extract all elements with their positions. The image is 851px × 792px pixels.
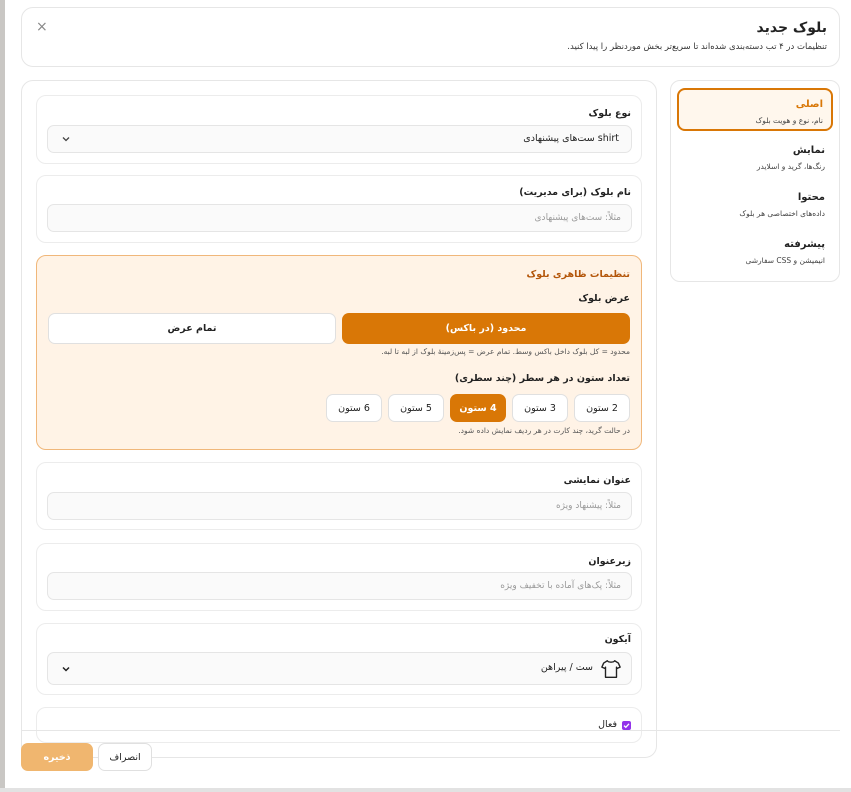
shirt-icon bbox=[601, 660, 621, 678]
tab-display-desc: رنگ‌ها، گرید و اسلایدر bbox=[756, 162, 825, 171]
subtitle-card: زیرعنوان مثلاً: پک‌های آماده با تخفیف وی… bbox=[36, 543, 642, 611]
chevron-down-icon bbox=[62, 137, 70, 142]
active-checkbox[interactable] bbox=[622, 721, 631, 730]
icon-label: آیکون bbox=[604, 634, 631, 645]
tab-advanced-label: پیشرفته bbox=[784, 239, 825, 250]
chevron-down-icon bbox=[62, 666, 70, 672]
block-width-label: عرض بلوک bbox=[578, 293, 630, 304]
display-title-label: عنوان نمایشی bbox=[563, 475, 631, 486]
left-window-edge bbox=[0, 0, 5, 792]
columns-label: تعداد ستون در هر سطر (چند سطری) bbox=[454, 373, 630, 384]
width-boxed-button[interactable]: محدود (در باکس) bbox=[342, 313, 630, 344]
display-title-input[interactable]: مثلاً: پیشنهاد ویژه bbox=[47, 492, 632, 520]
bottom-window-edge bbox=[0, 788, 851, 792]
active-label: فعال bbox=[598, 719, 617, 730]
subtitle-placeholder: مثلاً: پک‌های آماده با تخفیف ویژه bbox=[500, 581, 621, 591]
column-6-button[interactable]: 6 ستون bbox=[326, 394, 382, 422]
cancel-button[interactable]: انصراف bbox=[98, 743, 152, 771]
block-name-input[interactable]: مثلاً: ست‌های پیشنهادی bbox=[47, 204, 632, 232]
icon-value: ست / پیراهن bbox=[540, 662, 593, 673]
tab-advanced[interactable]: پیشرفته انیمیشن و CSS سفارشی bbox=[677, 230, 833, 273]
display-title-card: عنوان نمایشی مثلاً: پیشنهاد ویژه bbox=[36, 462, 642, 530]
tab-main-desc: نام، نوع و هویت بلوک bbox=[755, 116, 823, 125]
tab-main-label: اصلی bbox=[795, 99, 823, 110]
modal-title: بلوک جدید bbox=[756, 20, 827, 36]
close-icon[interactable]: × bbox=[36, 20, 48, 34]
tab-content-label: محتوا bbox=[797, 192, 825, 203]
check-icon bbox=[623, 723, 630, 729]
block-type-select[interactable]: shirt ست‌های پیشنهادی bbox=[47, 125, 632, 153]
appearance-title: تنظیمات ظاهری بلوک bbox=[526, 269, 630, 280]
modal-header: بلوک جدید تنظیمات در ۴ تب دسته‌بندی شده‌… bbox=[21, 7, 840, 67]
tab-main[interactable]: اصلی نام، نوع و هویت بلوک bbox=[677, 88, 833, 131]
block-name-placeholder: مثلاً: ست‌های پیشنهادی bbox=[534, 213, 621, 223]
display-title-placeholder: مثلاً: پیشنهاد ویژه bbox=[555, 501, 621, 511]
tab-content-desc: داده‌های اختصاصی هر بلوک bbox=[739, 209, 825, 218]
block-type-label: نوع بلوک bbox=[588, 108, 631, 119]
save-button[interactable]: ذخیره bbox=[21, 743, 93, 771]
appearance-settings-card: تنظیمات ظاهری بلوک عرض بلوک محدود (در با… bbox=[36, 255, 642, 450]
block-name-label: نام بلوک (برای مدیریت) bbox=[519, 187, 631, 198]
column-5-button[interactable]: 5 ستون bbox=[388, 394, 444, 422]
icon-select[interactable]: ست / پیراهن bbox=[47, 652, 632, 685]
column-3-button[interactable]: 3 ستون bbox=[512, 394, 568, 422]
width-full-button[interactable]: تمام عرض bbox=[48, 313, 336, 344]
block-type-card: نوع بلوک shirt ست‌های پیشنهادی bbox=[36, 95, 642, 164]
tab-display-label: نمایش bbox=[792, 145, 825, 156]
columns-hint: در حالت گرید، چند کارت در هر ردیف نمایش … bbox=[458, 426, 630, 435]
subtitle-label: زیرعنوان bbox=[588, 556, 631, 567]
tab-advanced-desc: انیمیشن و CSS سفارشی bbox=[745, 256, 826, 265]
icon-card: آیکون ست / پیراهن bbox=[36, 623, 642, 695]
subtitle-input[interactable]: مثلاً: پک‌های آماده با تخفیف ویژه bbox=[47, 572, 632, 600]
width-hint: محدود = کل بلوک داخل باکس وسط. تمام عرض … bbox=[381, 347, 630, 356]
modal-subtitle: تنظیمات در ۴ تب دسته‌بندی شده‌اند تا سری… bbox=[567, 42, 827, 52]
tab-display[interactable]: نمایش رنگ‌ها، گرید و اسلایدر bbox=[677, 136, 833, 179]
tab-content[interactable]: محتوا داده‌های اختصاصی هر بلوک bbox=[677, 183, 833, 226]
block-type-value: shirt ست‌های پیشنهادی bbox=[523, 133, 619, 144]
column-4-button[interactable]: 4 ستون bbox=[450, 394, 506, 422]
footer-divider bbox=[21, 730, 840, 731]
block-name-card: نام بلوک (برای مدیریت) مثلاً: ست‌های پیش… bbox=[36, 175, 642, 243]
column-2-button[interactable]: 2 ستون bbox=[574, 394, 630, 422]
tab-sidebar: اصلی نام، نوع و هویت بلوک نمایش رنگ‌ها، … bbox=[670, 80, 840, 282]
active-card: فعال bbox=[36, 707, 642, 743]
